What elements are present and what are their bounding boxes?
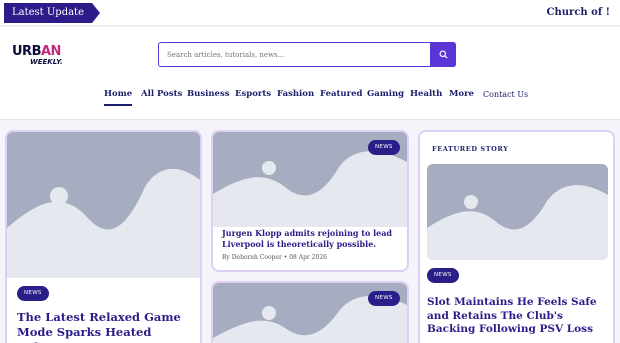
nav-featured[interactable]: Featured <box>320 89 362 104</box>
article-title[interactable]: The Latest Relaxed Game Mode Sparks Heat… <box>17 310 197 343</box>
latest-update-label: Latest Update <box>4 3 100 23</box>
nav-fashion[interactable]: Fashion <box>277 89 314 104</box>
search-input[interactable] <box>167 48 427 62</box>
featured-article-title[interactable]: Slot Maintains He Feels Safe and Retains… <box>427 296 612 337</box>
category-badge[interactable]: NEWS <box>427 268 459 283</box>
nav-contact-us[interactable]: Contact Us <box>483 90 528 104</box>
search-bar <box>158 42 456 67</box>
logo-subtitle: WEEKLY. <box>30 58 63 66</box>
news-ticker[interactable]: Church of ! <box>547 7 610 18</box>
top-bar: Latest Update Church of ! <box>0 0 620 26</box>
article-title[interactable]: Jurgen Klopp admits rejoining to lead Li… <box>222 228 402 250</box>
nav-home[interactable]: Home <box>104 89 133 106</box>
search-button[interactable] <box>430 42 456 67</box>
nav-more[interactable]: More <box>449 89 474 104</box>
logo-wordmark: URBAN <box>12 44 61 59</box>
nav-business[interactable]: Business <box>187 89 230 104</box>
nav-all-posts[interactable]: All Posts <box>141 89 182 104</box>
featured-story-card[interactable]: FEATURED STORY NEWS Slot Maintains He Fe… <box>418 130 615 343</box>
article-image-placeholder <box>7 132 200 278</box>
category-badge[interactable]: NEWS <box>17 286 49 301</box>
image-placeholder-icon <box>7 168 200 278</box>
image-placeholder-icon <box>427 185 608 260</box>
article-card[interactable]: NEWS <box>211 281 409 343</box>
nav-esports[interactable]: Esports <box>235 89 271 104</box>
featured-story-heading: FEATURED STORY <box>432 145 509 153</box>
nav-gaming[interactable]: Gaming <box>367 89 404 104</box>
site-header: URBAN WEEKLY. <box>0 27 620 80</box>
main-nav: Home All Posts Business Esports Fashion … <box>0 80 620 120</box>
category-badge[interactable]: NEWS <box>368 140 400 155</box>
article-card[interactable]: NEWS Jurgen Klopp admits rejoining to le… <box>211 130 409 272</box>
article-card-large[interactable]: NEWS The Latest Relaxed Game Mode Sparks… <box>5 130 202 343</box>
category-badge[interactable]: NEWS <box>368 291 400 306</box>
nav-health[interactable]: Health <box>410 89 442 104</box>
article-image-placeholder <box>427 164 608 260</box>
search-icon <box>438 50 448 59</box>
article-date: 08 Apr 2026 <box>289 254 327 261</box>
article-author[interactable]: By Deborah Cooper <box>222 254 282 261</box>
article-meta: By Deborah Cooper • 08 Apr 2026 <box>222 254 327 261</box>
site-logo[interactable]: URBAN WEEKLY. <box>12 45 68 71</box>
